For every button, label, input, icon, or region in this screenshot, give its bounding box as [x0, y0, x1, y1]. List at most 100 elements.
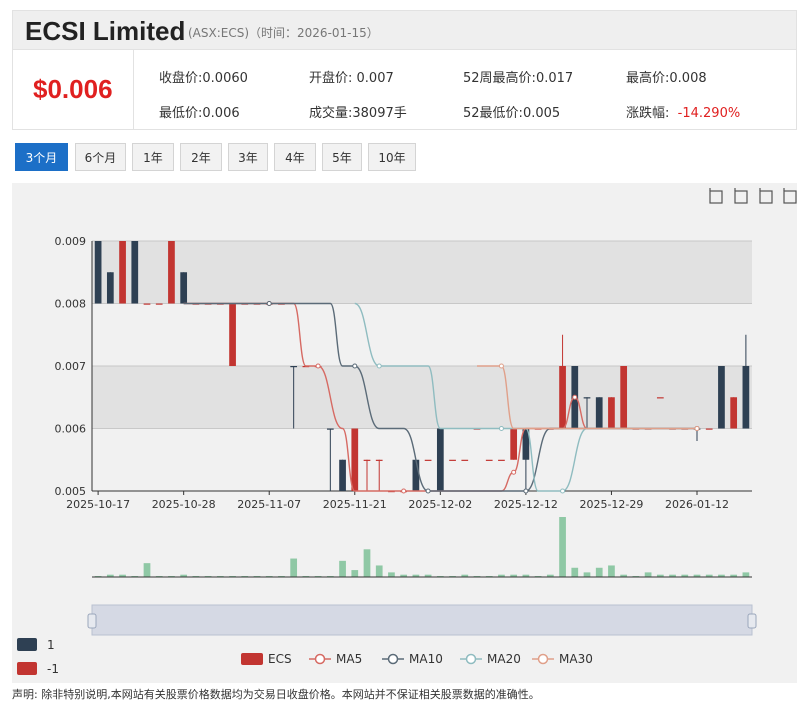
candle-body [742, 366, 750, 429]
x-tick-label: 2025-10-17 [66, 498, 130, 511]
zoom-reset-icon[interactable] [734, 188, 748, 204]
disclaimer: 声明: 除非特别说明,本网站有关股票价格数据均为交易日收盘价格。本网站并不保证相… [12, 688, 540, 701]
ma-point [376, 363, 382, 369]
legend-marker-ma5 [314, 653, 326, 665]
candle-body [656, 397, 664, 399]
company-name: ECSI Limited [25, 16, 186, 46]
ma-point [401, 488, 407, 494]
volume-bar [143, 563, 151, 577]
stat-52w-low: 52最低价:0.005 [463, 106, 561, 121]
ma-point [523, 488, 529, 494]
volume-bar [388, 572, 395, 577]
restore-icon[interactable] [759, 188, 773, 204]
legend-label-ecs[interactable]: ECS [268, 652, 292, 666]
grid-band [92, 428, 752, 491]
volume-bar [644, 572, 652, 577]
volume-bar [339, 560, 346, 577]
visualmap-swatch-up[interactable] [17, 638, 37, 651]
x-tick-label: 2026-01-12 [665, 498, 729, 511]
tab-2-years[interactable]: 2年 [180, 143, 222, 171]
zoom-icon[interactable] [709, 188, 723, 204]
candle-body [143, 303, 151, 305]
visualmap-swatch-down[interactable] [17, 662, 37, 675]
y-tick-label: 0.006 [55, 423, 87, 436]
ma-point [266, 301, 272, 306]
legend-marker-ma10 [387, 653, 399, 665]
grid-band [92, 303, 752, 366]
chart-panel: 0.009 0.008 0.007 0.006 0.005 2025-10-17 2025-… [12, 183, 797, 683]
tab-3-years[interactable]: 3年 [228, 143, 268, 171]
stat-change: 涨跌幅: -14.290% [626, 106, 741, 121]
volume-bar [351, 570, 359, 577]
tab-10-years[interactable]: 10年 [368, 143, 416, 171]
candle-body [485, 459, 493, 461]
candle-body [339, 459, 346, 491]
header-bar: ECSI Limited (ASX:ECS)（时间：2026-01-15） [12, 10, 797, 50]
candle-body [608, 397, 615, 429]
legend-label-ma20[interactable]: MA20 [487, 652, 521, 666]
grid-band [92, 241, 752, 304]
candle-body [595, 397, 603, 429]
ma-point [352, 363, 358, 369]
candle-body [705, 428, 713, 430]
ma-point [560, 488, 566, 494]
candle-body [290, 366, 298, 368]
datazoom-track[interactable] [91, 604, 753, 636]
grid-band [92, 366, 752, 429]
tab-4-years[interactable]: 4年 [274, 143, 316, 171]
candle-body [412, 459, 420, 491]
candle-body [498, 459, 505, 461]
datazoom-left-handle[interactable] [87, 613, 97, 629]
volume-bar [742, 572, 750, 577]
volume-bar [363, 549, 371, 577]
candle-body [718, 366, 725, 429]
ma-point [498, 363, 504, 369]
legend-label-ma30[interactable]: MA30 [559, 652, 593, 666]
volume-bar [608, 565, 615, 577]
candle-body [351, 428, 359, 491]
candle-body [424, 459, 432, 461]
ma-point [572, 394, 578, 400]
tab-6-months[interactable]: 6个月 [75, 143, 126, 171]
x-tick-label: 2025-12-29 [579, 498, 643, 511]
ma-point [511, 469, 517, 475]
volume-bar [583, 572, 591, 577]
candle-body [229, 303, 236, 366]
stat-volume: 成交量:38097手 [309, 106, 407, 121]
legend-marker-ma30 [537, 653, 549, 665]
tab-3-months[interactable]: 3个月 [15, 143, 68, 171]
tab-5-years[interactable]: 5年 [322, 143, 362, 171]
save-icon[interactable] [783, 188, 797, 204]
candle-body [94, 241, 102, 304]
y-tick-label: 0.009 [55, 235, 87, 248]
datazoom-right-handle[interactable] [747, 613, 757, 629]
candle-body [461, 459, 469, 461]
visualmap-label-up: 1 [47, 638, 55, 652]
candle-body [510, 428, 518, 460]
volume-bar [595, 567, 603, 577]
candle-body [449, 459, 456, 461]
ma-point [315, 363, 321, 369]
candle-body [326, 428, 334, 430]
candle-body [559, 366, 566, 429]
ma-point [694, 426, 700, 431]
candle-body [436, 428, 444, 491]
y-tick-label: 0.007 [55, 360, 87, 373]
x-tick-label: 2025-11-07 [237, 498, 301, 511]
legend-label-ma10[interactable]: MA10 [409, 652, 443, 666]
candle-body [168, 241, 175, 304]
stat-high: 最高价:0.008 [626, 71, 707, 86]
x-tick-label: 2025-12-12 [494, 498, 558, 511]
x-tick-label: 2025-10-28 [152, 498, 216, 511]
tab-1-year[interactable]: 1年 [132, 143, 174, 171]
price-divider [133, 50, 134, 130]
candle-body [106, 272, 114, 304]
legend-marker-ma20 [465, 653, 477, 665]
ma-point [425, 488, 431, 494]
y-tick-label: 0.005 [55, 485, 87, 498]
candle-body [620, 366, 628, 429]
legend-label-ma5[interactable]: MA5 [336, 652, 362, 666]
quote-panel: $0.006 收盘价:0.0060 开盘价: 0.007 52周最高价:0.01… [12, 50, 797, 130]
volume-bar [375, 565, 383, 577]
stat-52w-high: 52周最高价:0.017 [463, 71, 574, 86]
